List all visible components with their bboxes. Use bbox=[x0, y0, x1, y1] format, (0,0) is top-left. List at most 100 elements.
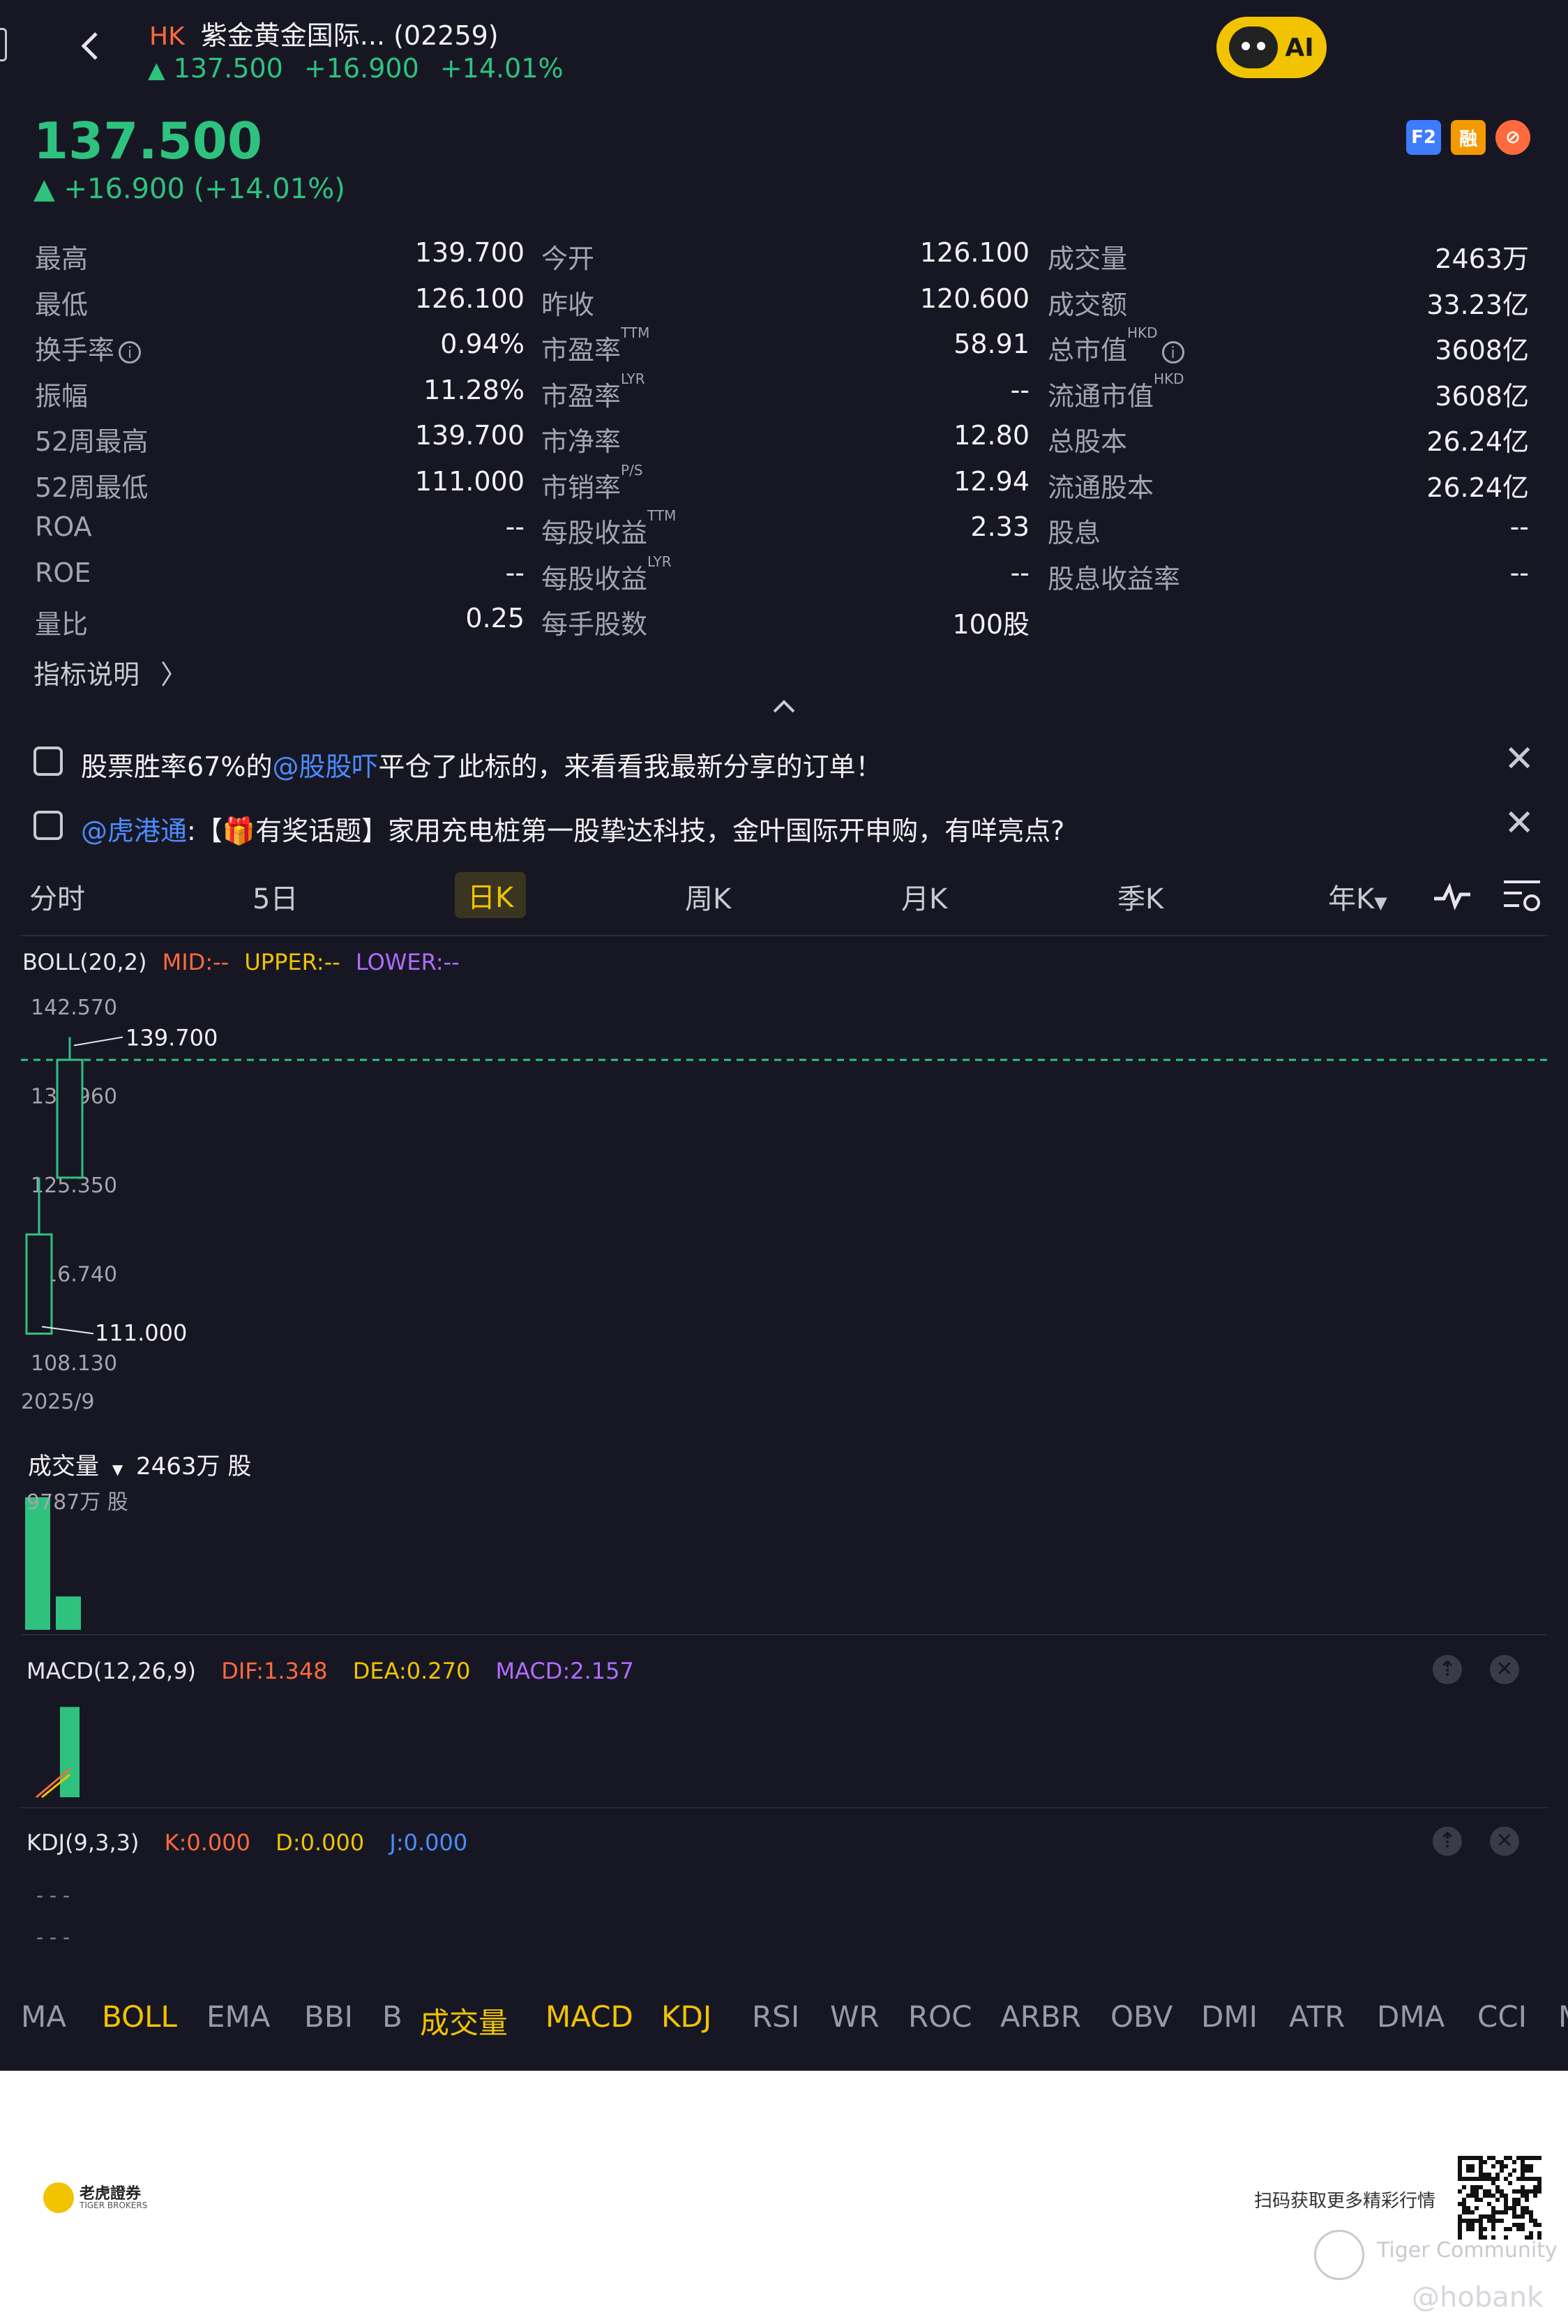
qr-module bbox=[1458, 2160, 1462, 2164]
stock-title-row: HK 紫金黄金国际... (02259) bbox=[149, 14, 499, 52]
macd-dea: DEA:0.270 bbox=[352, 1658, 471, 1684]
qr-module bbox=[1462, 2206, 1466, 2210]
indicator-4[interactable]: B bbox=[382, 2000, 402, 2034]
stat-text: -- bbox=[1509, 557, 1529, 588]
qr-module bbox=[1491, 2181, 1495, 2185]
stats-row: 振幅 11.28% 市盈率LYR -- 流通市值HKD 3608亿 bbox=[0, 370, 1568, 421]
stats-row: ROE -- 每股收益LYR -- 股息收益率 -- bbox=[0, 553, 1568, 604]
tab-yearly[interactable]: 年K▼ bbox=[1328, 876, 1387, 917]
ai-button[interactable]: AI bbox=[1216, 17, 1327, 78]
stat-text: 100股 bbox=[952, 609, 1030, 640]
pin-top-icon[interactable]: ⇡ bbox=[1433, 1655, 1462, 1684]
close-icon[interactable]: ✕ bbox=[1490, 1827, 1519, 1856]
tab-daily[interactable]: 日K bbox=[455, 872, 527, 918]
info-icon[interactable]: i bbox=[1161, 340, 1184, 363]
stat-text: 每手股数 bbox=[541, 609, 648, 640]
qr-module bbox=[1466, 2219, 1470, 2223]
stat-text: 0.25 bbox=[465, 603, 525, 634]
settings-list-icon bbox=[1504, 880, 1540, 911]
indicator-5[interactable]: 成交量 bbox=[420, 2000, 508, 2042]
price-change: ▲ +16.900 (+14.01%) bbox=[33, 173, 345, 205]
indicator-17[interactable]: M bbox=[1558, 2000, 1568, 2034]
stock-title: 紫金黄金国际... (02259) bbox=[200, 20, 499, 51]
qr-module bbox=[1533, 2219, 1537, 2223]
info-icon[interactable]: i bbox=[119, 340, 142, 363]
qr-module bbox=[1483, 2214, 1487, 2219]
stat-label: 流通股本 bbox=[1048, 466, 1154, 504]
qr-module bbox=[1491, 2210, 1495, 2214]
indicator-14[interactable]: ATR bbox=[1289, 2000, 1345, 2034]
close-icon[interactable]: ✕ bbox=[1490, 1655, 1519, 1684]
indicator-9[interactable]: WR bbox=[830, 2000, 880, 2034]
qr-module bbox=[1495, 2219, 1500, 2223]
stat-value: -- bbox=[1510, 511, 1529, 542]
indicator-8[interactable]: RSI bbox=[752, 2000, 799, 2034]
chevron-left-icon bbox=[81, 32, 98, 60]
divider bbox=[21, 1807, 1547, 1808]
chart-style-button[interactable] bbox=[1431, 878, 1473, 920]
short-sell-icon[interactable]: ⊘ bbox=[1495, 120, 1530, 155]
margin-icon[interactable]: 融 bbox=[1451, 120, 1486, 155]
close-icon[interactable]: ✕ bbox=[1504, 802, 1535, 844]
stat-value: 0.25 bbox=[465, 603, 525, 634]
back-button[interactable] bbox=[70, 25, 112, 67]
indicator-3[interactable]: BBI bbox=[304, 2000, 353, 2034]
fast-trade-icon[interactable]: F2 bbox=[1406, 120, 1441, 155]
indicator-15[interactable]: DMA bbox=[1377, 2000, 1445, 2034]
qr-module bbox=[1537, 2177, 1541, 2181]
tab-5day[interactable]: 5日 bbox=[252, 876, 298, 917]
indicator-16[interactable]: CCI bbox=[1477, 2000, 1527, 2034]
qr-module bbox=[1462, 2156, 1466, 2160]
notice-post: 平仓了此标的，来看看我最新分享的订单！ bbox=[378, 751, 882, 782]
chart-settings-button[interactable] bbox=[1501, 876, 1543, 922]
scan-text: 扫码获取更多精彩行情 bbox=[1254, 2191, 1436, 2212]
notice-user-link[interactable]: @虎港通 bbox=[81, 816, 187, 846]
indicator-12[interactable]: OBV bbox=[1110, 2000, 1173, 2034]
collapse-button[interactable] bbox=[770, 698, 798, 717]
indicator-2[interactable]: EMA bbox=[206, 2000, 271, 2034]
tab-intraday[interactable]: 分时 bbox=[29, 876, 85, 917]
tab-monthly[interactable]: 月K bbox=[901, 876, 947, 917]
qr-module bbox=[1512, 2189, 1516, 2194]
stats-row: 最低 126.100 昨收 120.600 成交额 33.23亿 bbox=[0, 283, 1568, 329]
notice-trade[interactable]: 股票胜率67%的@股股吓平仓了此标的，来看看我最新分享的订单！ ✕ bbox=[0, 735, 1568, 791]
qr-module bbox=[1466, 2210, 1470, 2214]
stat-label: 市盈率LYR bbox=[541, 370, 645, 413]
qr-module bbox=[1458, 2177, 1462, 2181]
qr-module bbox=[1495, 2173, 1500, 2177]
notice-topic[interactable]: @虎港通:【🎁有奖话题】家用充电桩第一股挚达科技，金叶国际开申购，有咩亮点? ✕ bbox=[0, 800, 1568, 855]
qr-module bbox=[1466, 2227, 1470, 2231]
qr-module bbox=[1504, 2202, 1508, 2206]
qr-module bbox=[1495, 2198, 1500, 2202]
indicator-0[interactable]: MA bbox=[21, 2000, 66, 2034]
indicator-6[interactable]: MACD bbox=[545, 2000, 633, 2034]
indicator-1[interactable]: BOLL bbox=[102, 2000, 177, 2034]
stat-label: 每手股数 bbox=[541, 603, 647, 641]
volume-chart[interactable] bbox=[0, 1479, 1568, 1633]
indicator-note-link[interactable]: 指标说明 〉 bbox=[33, 653, 187, 691]
indicator-bar: MA BOLL EMA BBI B 成交量 MACD KDJ RSI WR ROC ARBR OBV DM… bbox=[0, 1965, 1568, 2069]
candlestick-chart[interactable]: 142.570133.960125.350116.740108.130139.7… bbox=[0, 984, 1568, 1409]
macd-chart[interactable] bbox=[0, 1686, 1568, 1804]
volume-legend[interactable]: 成交量 ▼ 2463万 股 bbox=[28, 1447, 251, 1481]
indicator-7[interactable]: KDJ bbox=[661, 2000, 711, 2034]
indicator-10[interactable]: ROC bbox=[908, 2000, 972, 2034]
indicator-11[interactable]: ARBR bbox=[1000, 2000, 1081, 2034]
stats-row: 52周最低 111.000 市销率P/S 12.94 流通股本 26.24亿 bbox=[0, 462, 1568, 512]
tab-weekly[interactable]: 周K bbox=[685, 876, 731, 917]
qr-module bbox=[1533, 2156, 1537, 2160]
stat-label: ROE bbox=[35, 557, 91, 588]
stat-value: -- bbox=[1510, 557, 1529, 588]
pin-top-icon[interactable]: ⇡ bbox=[1433, 1827, 1462, 1856]
indicator-13[interactable]: DMI bbox=[1201, 2000, 1258, 2034]
stat-text: 52周最高 bbox=[35, 426, 149, 457]
notice-user-link[interactable]: @股股吓 bbox=[272, 751, 378, 782]
qr-module bbox=[1537, 2223, 1541, 2227]
close-icon[interactable]: ✕ bbox=[1504, 738, 1535, 780]
tab-quarterly[interactable]: 季K bbox=[1117, 876, 1163, 917]
qr-module bbox=[1495, 2177, 1500, 2181]
qr-module bbox=[1483, 2227, 1487, 2231]
qr-module bbox=[1521, 2160, 1525, 2164]
qr-module bbox=[1495, 2210, 1500, 2214]
qr-module bbox=[1479, 2168, 1483, 2173]
